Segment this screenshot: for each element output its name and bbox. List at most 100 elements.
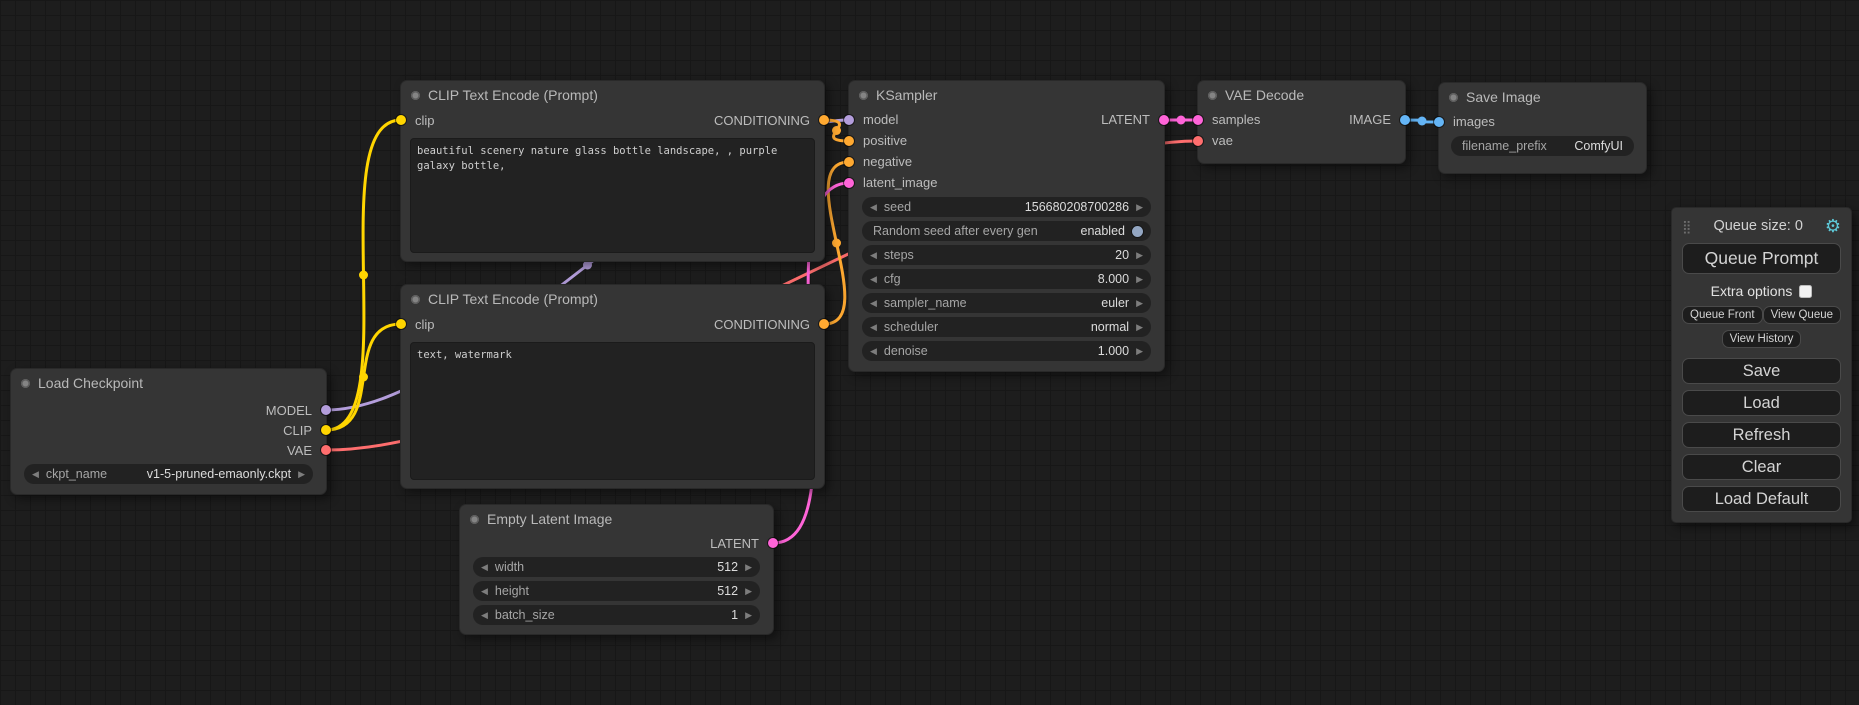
widget-cfg[interactable]: ◀ cfg 8.000 ▶ [862, 269, 1151, 289]
increment-arrow-icon[interactable]: ▶ [1136, 275, 1143, 284]
widget-seed[interactable]: ◀ seed 156680208700286 ▶ [862, 197, 1151, 217]
save-button[interactable]: Save [1682, 358, 1841, 384]
view-history-button[interactable]: View History [1722, 330, 1802, 348]
widget-value: 512 [717, 560, 738, 574]
widget-sampler-name[interactable]: ◀ sampler_name euler ▶ [862, 293, 1151, 313]
node-clip-text-encode-positive[interactable]: CLIP Text Encode (Prompt) clip CONDITION… [400, 80, 825, 262]
node-title: VAE Decode [1225, 87, 1304, 103]
input-port-model[interactable] [844, 115, 854, 125]
widget-value: 512 [717, 584, 738, 598]
queue-front-button[interactable]: Queue Front [1682, 306, 1763, 324]
input-port-images[interactable] [1434, 117, 1444, 127]
drag-handle-icon[interactable]: ⣿ [1682, 220, 1692, 233]
widget-ckpt-name[interactable]: ◀ ckpt_name v1-5-pruned-emaonly.ckpt ▶ [24, 464, 313, 484]
output-port-clip[interactable] [321, 425, 331, 435]
node-title-bar[interactable]: KSampler [849, 81, 1164, 109]
increment-arrow-icon[interactable]: ▶ [1136, 323, 1143, 332]
input-port-clip[interactable] [396, 115, 406, 125]
gear-icon[interactable]: ⚙ [1825, 217, 1841, 235]
node-title-bar[interactable]: Save Image [1439, 83, 1646, 111]
increment-arrow-icon[interactable]: ▶ [1136, 299, 1143, 308]
widget-control-after-generate[interactable]: Random seed after every gen enabled [862, 221, 1151, 241]
collapse-dot[interactable] [1208, 91, 1217, 100]
output-port-image[interactable] [1400, 115, 1410, 125]
node-vae-decode[interactable]: VAE Decode samples IMAGE vae [1197, 80, 1406, 164]
output-port-model[interactable] [321, 405, 331, 415]
positive-prompt-text-input[interactable]: beautiful scenery nature glass bottle la… [410, 138, 815, 253]
node-title-bar[interactable]: Empty Latent Image [460, 505, 773, 533]
load-button[interactable]: Load [1682, 390, 1841, 416]
increment-arrow-icon[interactable]: ▶ [1136, 203, 1143, 212]
decrement-arrow-icon[interactable]: ◀ [870, 323, 877, 332]
output-port-vae[interactable] [321, 445, 331, 455]
node-load-checkpoint[interactable]: Load Checkpoint MODEL CLIP VAE ◀ ckpt_na… [10, 368, 327, 495]
increment-arrow-icon[interactable]: ▶ [745, 611, 752, 620]
output-port-conditioning[interactable] [819, 115, 829, 125]
input-port-vae[interactable] [1193, 136, 1203, 146]
node-title-bar[interactable]: VAE Decode [1198, 81, 1405, 109]
node-clip-text-encode-negative[interactable]: CLIP Text Encode (Prompt) clip CONDITION… [400, 284, 825, 489]
output-port-conditioning[interactable] [819, 319, 829, 329]
increment-arrow-icon[interactable]: ▶ [745, 587, 752, 596]
node-graph-canvas[interactable]: Load Checkpoint MODEL CLIP VAE ◀ ckpt_na… [0, 0, 1859, 705]
collapse-dot[interactable] [21, 379, 30, 388]
widget-value: 8.000 [1098, 272, 1129, 286]
queue-prompt-button[interactable]: Queue Prompt [1682, 243, 1841, 274]
collapse-dot[interactable] [470, 515, 479, 524]
increment-arrow-icon[interactable]: ▶ [1136, 251, 1143, 260]
output-port-latent[interactable] [1159, 115, 1169, 125]
toggle-indicator[interactable] [1132, 226, 1143, 237]
increment-arrow-icon[interactable]: ▶ [745, 563, 752, 572]
widget-label: cfg [884, 272, 901, 286]
widget-denoise[interactable]: ◀ denoise 1.000 ▶ [862, 341, 1151, 361]
widget-batch-size[interactable]: ◀ batch_size 1 ▶ [473, 605, 760, 625]
wire-midpoint-dot [832, 239, 841, 248]
output-port-latent[interactable] [768, 538, 778, 548]
wire-midpoint-dot [1418, 117, 1427, 126]
increment-arrow-icon[interactable]: ▶ [1136, 347, 1143, 356]
node-title-bar[interactable]: CLIP Text Encode (Prompt) [401, 81, 824, 109]
node-save-image[interactable]: Save Image images filename_prefix ComfyU… [1438, 82, 1647, 174]
input-port-clip[interactable] [396, 319, 406, 329]
input-port-negative[interactable] [844, 157, 854, 167]
decrement-arrow-icon[interactable]: ◀ [481, 587, 488, 596]
node-title-bar[interactable]: Load Checkpoint [11, 369, 326, 397]
collapse-dot[interactable] [859, 91, 868, 100]
extra-options-checkbox[interactable] [1799, 285, 1812, 298]
decrement-arrow-icon[interactable]: ◀ [481, 611, 488, 620]
decrement-arrow-icon[interactable]: ◀ [870, 299, 877, 308]
collapse-dot[interactable] [411, 295, 420, 304]
widget-height[interactable]: ◀ height 512 ▶ [473, 581, 760, 601]
refresh-button[interactable]: Refresh [1682, 422, 1841, 448]
decrement-arrow-icon[interactable]: ◀ [870, 347, 877, 356]
node-ksampler[interactable]: KSampler model LATENT positive negative … [848, 80, 1165, 372]
decrement-arrow-icon[interactable]: ◀ [870, 251, 877, 260]
clear-button[interactable]: Clear [1682, 454, 1841, 480]
load-default-button[interactable]: Load Default [1682, 486, 1841, 512]
collapse-dot[interactable] [411, 91, 420, 100]
widget-value: v1-5-pruned-emaonly.ckpt [147, 467, 291, 481]
node-title: CLIP Text Encode (Prompt) [428, 87, 598, 103]
view-queue-button[interactable]: View Queue [1763, 306, 1841, 324]
queue-size-label: Queue size: 0 [1692, 218, 1825, 234]
input-port-positive[interactable] [844, 136, 854, 146]
node-title-bar[interactable]: CLIP Text Encode (Prompt) [401, 285, 824, 313]
widget-scheduler[interactable]: ◀ scheduler normal ▶ [862, 317, 1151, 337]
input-port-latent-image[interactable] [844, 178, 854, 188]
decrement-arrow-icon[interactable]: ◀ [32, 470, 39, 479]
negative-prompt-text-input[interactable]: text, watermark [410, 342, 815, 480]
wire-midpoint-dot [1177, 116, 1186, 125]
widget-steps[interactable]: ◀ steps 20 ▶ [862, 245, 1151, 265]
node-title: KSampler [876, 87, 937, 103]
widget-filename-prefix[interactable]: filename_prefix ComfyUI [1451, 136, 1634, 156]
decrement-arrow-icon[interactable]: ◀ [870, 203, 877, 212]
increment-arrow-icon[interactable]: ▶ [298, 470, 305, 479]
decrement-arrow-icon[interactable]: ◀ [481, 563, 488, 572]
node-title: Save Image [1466, 89, 1541, 105]
node-empty-latent-image[interactable]: Empty Latent Image LATENT ◀ width 512 ▶ … [459, 504, 774, 635]
collapse-dot[interactable] [1449, 93, 1458, 102]
widget-width[interactable]: ◀ width 512 ▶ [473, 557, 760, 577]
decrement-arrow-icon[interactable]: ◀ [870, 275, 877, 284]
input-port-samples[interactable] [1193, 115, 1203, 125]
widget-label: width [495, 560, 524, 574]
